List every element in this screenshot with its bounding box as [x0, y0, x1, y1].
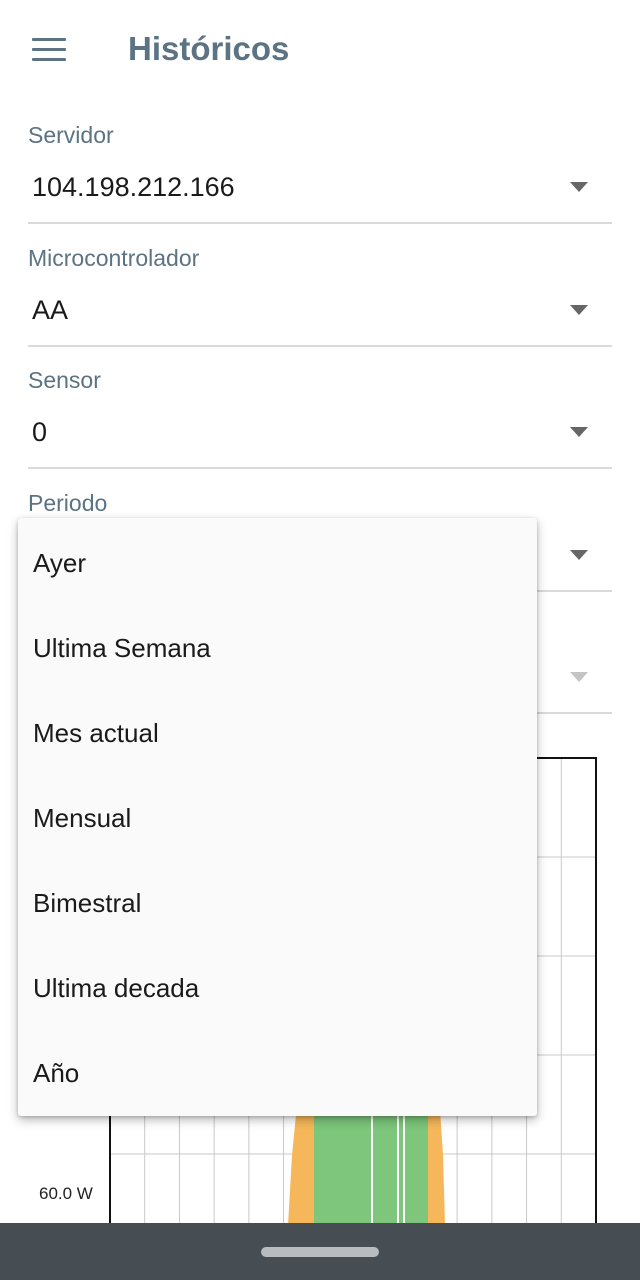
servidor-label: Servidor	[28, 122, 114, 148]
dropdown-arrow-icon[interactable]	[570, 550, 588, 560]
dropdown-item-label: Mensual	[33, 803, 132, 833]
dropdown-item-ano[interactable]: Año	[18, 1028, 537, 1113]
series-area	[288, 1110, 314, 1225]
y-tick-label: 60.0 W	[39, 1184, 93, 1203]
home-gesture-handle[interactable]	[261, 1247, 379, 1257]
dropdown-arrow-icon[interactable]	[570, 182, 588, 192]
dropdown-item-mensual[interactable]: Mensual	[18, 773, 537, 858]
dropdown-item-bimestral[interactable]: Bimestral	[18, 858, 537, 943]
dropdown-arrow-icon[interactable]	[570, 305, 588, 315]
dropdown-item-label: Ultima decada	[33, 973, 200, 1003]
microcontrolador-field[interactable]: Microcontrolador AA	[28, 245, 612, 347]
dropdown-item-ayer[interactable]: Ayer	[18, 518, 537, 603]
sensor-field[interactable]: Sensor 0	[28, 367, 612, 469]
dropdown-item-label: Bimestral	[33, 888, 142, 918]
servidor-field[interactable]: Servidor 104.198.212.166	[28, 122, 612, 224]
dropdown-arrow-icon[interactable]	[570, 427, 588, 437]
dropdown-item-ultima-decada[interactable]: Ultima decada	[18, 943, 537, 1028]
sensor-label: Sensor	[28, 367, 101, 393]
dropdown-item-label: Ultima Semana	[33, 633, 211, 663]
dropdown-arrow-icon[interactable]	[570, 672, 588, 682]
sensor-value[interactable]: 0	[32, 417, 47, 448]
chart-areas	[288, 1110, 445, 1225]
dropdown-item-label: Ayer	[33, 548, 86, 578]
divider	[28, 222, 612, 224]
divider	[28, 467, 612, 469]
microcontrolador-value[interactable]: AA	[32, 295, 68, 326]
series-area	[428, 1110, 445, 1225]
microcontrolador-label: Microcontrolador	[28, 245, 200, 271]
periodo-label: Periodo	[28, 490, 108, 516]
dropdown-item-label: Año	[33, 1058, 80, 1088]
dropdown-item-ultima-semana[interactable]: Ultima Semana	[18, 603, 537, 688]
divider	[28, 345, 612, 347]
hamburger-menu-icon[interactable]	[32, 38, 66, 62]
dropdown-item-mes-actual[interactable]: Mes actual	[18, 688, 537, 773]
periodo-dropdown-menu: Ayer Ultima Semana Mes actual Mensual Bi…	[18, 518, 537, 1116]
system-navigation-bar	[0, 1223, 640, 1280]
page-title: Históricos	[128, 30, 290, 67]
app-bar: Históricos	[0, 0, 640, 100]
dropdown-item-label: Mes actual	[33, 718, 159, 748]
servidor-value[interactable]: 104.198.212.166	[32, 172, 235, 203]
